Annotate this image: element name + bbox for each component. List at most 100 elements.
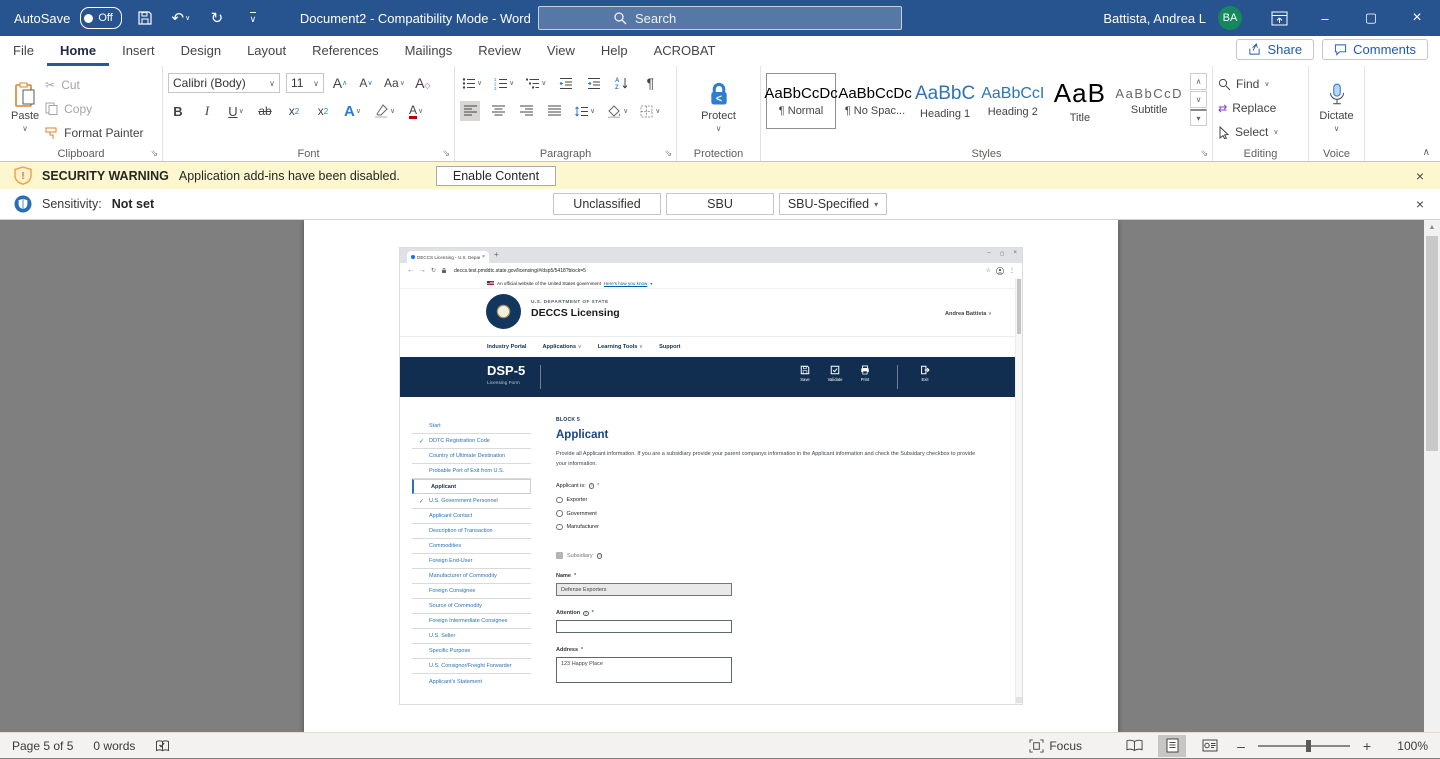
tab-home[interactable]: Home xyxy=(47,38,109,66)
show-hide-formatting-button[interactable]: ¶ xyxy=(640,73,660,93)
bookmark-star-icon[interactable]: ☆ xyxy=(986,267,991,274)
page-indicator[interactable]: Page 5 of 5 xyxy=(12,739,73,753)
tab-insert[interactable]: Insert xyxy=(109,38,168,66)
focus-mode-button[interactable]: Focus xyxy=(1029,739,1082,753)
security-bar-close-icon[interactable]: × xyxy=(1416,168,1424,184)
section-applicants-statement[interactable]: Applicant's Statement xyxy=(412,674,531,689)
tab-references[interactable]: References xyxy=(299,38,391,66)
zoom-in-button[interactable]: + xyxy=(1360,738,1374,754)
line-spacing-button[interactable]: ∨ xyxy=(572,101,597,121)
italic-button[interactable]: I xyxy=(197,101,217,121)
find-button[interactable]: Find∨ xyxy=(1218,74,1303,94)
nav-applications[interactable]: Applications ∨ xyxy=(542,344,581,350)
section-foreign-intermediate-consignee[interactable]: Foreign Intermediate Consignee xyxy=(412,614,531,629)
section-us-government-personnel[interactable]: ✓U.S. Government Personnel xyxy=(412,494,531,509)
save-button[interactable] xyxy=(132,5,158,31)
browser-back-icon[interactable]: ← xyxy=(407,267,414,274)
customize-quick-access-button[interactable]: ∨ xyxy=(240,5,266,31)
bold-button[interactable]: B xyxy=(168,101,188,121)
style-heading-2[interactable]: AaBbCcIHeading 2 xyxy=(980,73,1045,129)
zoom-slider[interactable] xyxy=(1258,745,1350,747)
highlight-button[interactable]: ∨ xyxy=(372,101,397,121)
clear-formatting-button[interactable]: A◇ xyxy=(413,73,433,93)
style-heading-1[interactable]: AaBbCHeading 1 xyxy=(914,73,976,129)
strikethrough-button[interactable]: ab xyxy=(255,101,275,121)
zoom-level[interactable]: 100% xyxy=(1384,739,1428,753)
align-left-button[interactable] xyxy=(460,101,480,121)
tab-help[interactable]: Help xyxy=(588,38,641,66)
collapse-ribbon-button[interactable]: ∧ xyxy=(1423,147,1430,158)
read-mode-button[interactable] xyxy=(1120,735,1148,757)
text-effects-button[interactable]: A∨ xyxy=(342,101,363,121)
autosave-toggle[interactable]: Off xyxy=(80,7,121,29)
deccs-user-menu[interactable]: Andrea Battista ∨ xyxy=(945,311,992,317)
copy-button[interactable]: Copy xyxy=(45,98,143,119)
applicant-is-help-icon[interactable]: ? xyxy=(589,483,595,489)
form-save-button[interactable]: Save xyxy=(792,365,818,382)
minimize-button[interactable]: – xyxy=(1302,0,1348,36)
styles-gallery-more-button[interactable]: ▾ xyxy=(1190,109,1207,126)
change-case-button[interactable]: Aa∨ xyxy=(382,73,407,93)
web-layout-button[interactable] xyxy=(1196,735,1224,757)
form-exit-button[interactable]: Exit xyxy=(912,365,938,382)
browser-reload-icon[interactable]: ↻ xyxy=(431,267,436,274)
print-layout-button[interactable] xyxy=(1158,735,1186,757)
close-button[interactable]: × xyxy=(1394,0,1440,36)
tab-review[interactable]: Review xyxy=(465,38,534,66)
format-painter-button[interactable]: Format Painter xyxy=(45,123,143,144)
subsidiary-help-icon[interactable]: ? xyxy=(597,553,603,559)
browser-tab[interactable]: DECCS Licensing - U.S. Depart... × xyxy=(407,251,489,263)
font-size-select[interactable]: 11∨ xyxy=(286,73,324,93)
profile-icon[interactable] xyxy=(996,267,1004,275)
maximize-button[interactable]: ▢ xyxy=(1348,0,1394,36)
radio-government-control[interactable] xyxy=(556,510,563,517)
clipboard-dialog-launcher[interactable]: ⇘ xyxy=(150,148,158,159)
scroll-up-icon[interactable]: ▲ xyxy=(1424,220,1440,234)
shrink-font-button[interactable]: A∨ xyxy=(356,73,376,93)
avatar[interactable]: BA xyxy=(1218,6,1242,30)
style-no-spacing[interactable]: AaBbCcDc¶ No Spac... xyxy=(840,73,910,129)
style-subtitle[interactable]: AaBbCcDSubtitle xyxy=(1114,73,1184,129)
protect-button[interactable]: < Protect ∨ xyxy=(682,71,755,144)
address-bar[interactable]: deccs.test.pmddtc.state.gov/licensing/#/… xyxy=(454,268,981,274)
share-button[interactable]: Share xyxy=(1236,39,1314,60)
styles-scroll-down-button[interactable]: ∨ xyxy=(1190,91,1207,108)
sensitivity-bar-close-icon[interactable]: × xyxy=(1416,196,1424,212)
styles-dialog-launcher[interactable]: ⇘ xyxy=(1200,148,1208,159)
gov-banner-link[interactable]: Here's how you know xyxy=(604,281,648,286)
ribbon-display-options-button[interactable] xyxy=(1256,0,1302,36)
browser-close-icon[interactable]: × xyxy=(1013,250,1017,257)
section-description-of-transaction[interactable]: Description of Transaction xyxy=(412,524,531,539)
word-scrollbar[interactable]: ▲ xyxy=(1424,220,1440,732)
section-us-consignor-freight-forwarder[interactable]: U.S. Consignor/Freight Forwarder xyxy=(412,659,531,674)
attention-help-icon[interactable]: ? xyxy=(583,611,589,617)
enable-content-button[interactable]: Enable Content xyxy=(436,166,556,186)
nav-support[interactable]: Support xyxy=(659,344,680,350)
address-field[interactable]: 123 Happy Place xyxy=(556,657,732,683)
search-box[interactable]: Search xyxy=(538,6,902,30)
browser-scrollbar-foot[interactable] xyxy=(1016,697,1022,703)
user-name[interactable]: Battista, Andrea L xyxy=(1103,11,1206,26)
superscript-button[interactable]: x2 xyxy=(313,101,333,121)
tab-view[interactable]: View xyxy=(534,38,588,66)
form-validate-button[interactable]: Validate xyxy=(822,365,848,382)
justify-button[interactable] xyxy=(544,101,564,121)
section-source-of-commodity[interactable]: Source of Commodity xyxy=(412,599,531,614)
tab-design[interactable]: Design xyxy=(168,38,234,66)
word-count[interactable]: 0 words xyxy=(93,739,135,753)
browser-scrollbar-thumb[interactable] xyxy=(1017,279,1021,334)
style-normal[interactable]: AaBbCcDc¶ Normal xyxy=(766,73,836,129)
section-ddtc-registration-code[interactable]: ✓DDTC Registration Code xyxy=(412,434,531,449)
font-color-button[interactable]: A∨ xyxy=(406,101,426,121)
radio-exporter-control[interactable] xyxy=(556,497,563,504)
section-start[interactable]: Start xyxy=(412,419,531,434)
tab-acrobat[interactable]: ACROBAT xyxy=(641,38,729,66)
dictate-button[interactable]: Dictate ∨ xyxy=(1314,71,1359,144)
undo-button[interactable]: ↶∨ xyxy=(168,5,194,31)
section-country-of-ultimate-destination[interactable]: Country of Ultimate Destination xyxy=(412,449,531,464)
tab-layout[interactable]: Layout xyxy=(234,38,299,66)
word-page[interactable]: DECCS Licensing - U.S. Depart... × + – ▢… xyxy=(304,220,1118,732)
subsidiary-checkbox[interactable] xyxy=(556,552,563,559)
section-probable-port-of-exit[interactable]: Probable Port of Exit from U.S. xyxy=(412,464,531,479)
nav-industry-portal[interactable]: Industry Portal xyxy=(487,344,526,350)
